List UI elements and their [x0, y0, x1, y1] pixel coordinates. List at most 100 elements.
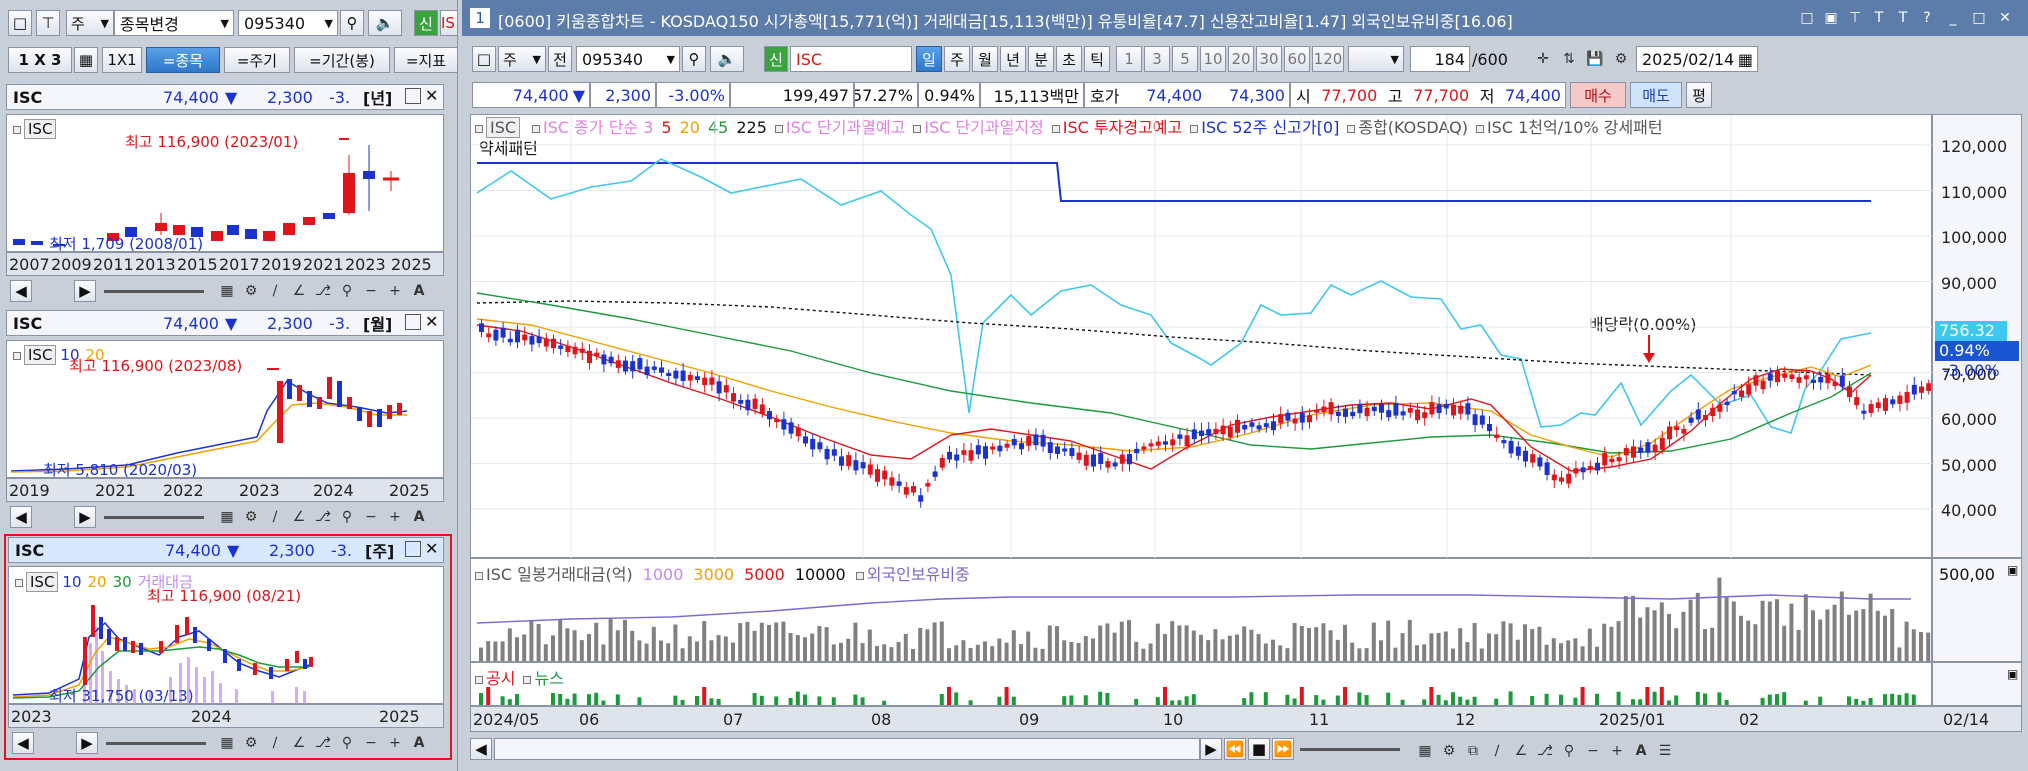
- search-button[interactable]: ⚲: [340, 10, 364, 36]
- bottom-toolbar[interactable]: ◀ ▶ ⏪ ■ ⏩ ▦ ⚙ ⧉ ∕ ∠ ⎇ ⚲ − + A ☰: [470, 736, 2022, 764]
- search-button[interactable]: ⚲: [682, 46, 706, 72]
- link-button[interactable]: □: [8, 10, 32, 36]
- scroll-left-icon[interactable]: ◀: [10, 506, 32, 528]
- interval-120[interactable]: 120: [1312, 46, 1344, 72]
- market-type-select[interactable]: 주 ▼: [66, 10, 114, 36]
- fork-icon[interactable]: ⎇: [312, 732, 334, 754]
- interval-60[interactable]: 60: [1284, 46, 1310, 72]
- draw-tool-icon[interactable]: ∠: [288, 280, 310, 302]
- maximize-icon[interactable]: [405, 541, 421, 557]
- interval-10[interactable]: 10: [1200, 46, 1226, 72]
- calendar-icon[interactable]: ▦: [1738, 50, 1753, 69]
- market-type-select[interactable]: 주 ▼: [498, 46, 546, 72]
- gear-icon[interactable]: ⚙: [1610, 48, 1632, 70]
- stock-code-input[interactable]: 095340 ▼: [576, 46, 680, 72]
- copy-icon[interactable]: ⧉: [1462, 740, 1484, 762]
- stock-link-button[interactable]: =종목: [146, 47, 220, 73]
- scroll-right-icon[interactable]: ▶: [74, 506, 96, 528]
- interval-20[interactable]: 20: [1228, 46, 1254, 72]
- new-badge[interactable]: 신: [764, 46, 788, 72]
- font-size-small-icon[interactable]: T: [1892, 7, 1914, 29]
- panel-close-icon[interactable]: ▣: [2007, 563, 2018, 577]
- scroll-right-icon[interactable]: ▶: [1200, 738, 1222, 760]
- scroll-left-icon[interactable]: ◀: [12, 732, 34, 754]
- fork-icon[interactable]: ⎇: [312, 280, 334, 302]
- settings-icon[interactable]: ⚙: [240, 280, 262, 302]
- grid-icon-button[interactable]: ▦: [74, 47, 98, 73]
- scroll-track[interactable]: [494, 738, 1200, 760]
- period-weekly[interactable]: 주: [944, 46, 970, 72]
- panel-close-icon[interactable]: ▣: [2007, 667, 2018, 681]
- pin-button[interactable]: ⊤: [36, 10, 60, 36]
- plus-icon[interactable]: +: [384, 732, 406, 754]
- stock-name-cut[interactable]: IS: [440, 10, 458, 36]
- plus-icon[interactable]: +: [384, 280, 406, 302]
- draw-line-icon[interactable]: ∕: [264, 280, 286, 302]
- settings-icon[interactable]: ⚙: [1438, 740, 1460, 762]
- mini-scrollbar-weekly[interactable]: ◀ ▶ ▦ ⚙ ∕ ∠ ⎇ ⚲ − + A: [8, 732, 444, 754]
- period-minute[interactable]: 분: [1028, 46, 1054, 72]
- fork-icon[interactable]: ⎇: [312, 506, 334, 528]
- buy-button[interactable]: 매수: [1570, 82, 1626, 108]
- price-chart-area[interactable]: ISC ISC 종가 단순 3 5 20 45 225 ISC 단기과열예고 ISC 단기과열…: [470, 114, 1933, 559]
- bar-count-input[interactable]: 184: [1410, 46, 1470, 72]
- period-tick[interactable]: 틱: [1084, 46, 1110, 72]
- menu-icon[interactable]: ☰: [1654, 740, 1676, 762]
- period-link-button[interactable]: =주기: [224, 47, 290, 73]
- draw-tool-icon[interactable]: ∠: [288, 506, 310, 528]
- speaker-button[interactable]: 🔈: [368, 10, 402, 36]
- scroll-left-icon[interactable]: ◀: [10, 280, 32, 302]
- minus-icon[interactable]: −: [360, 506, 382, 528]
- close-icon[interactable]: ✕: [425, 539, 438, 558]
- crosshair-icon[interactable]: ✛: [1532, 48, 1554, 70]
- minus-icon[interactable]: −: [360, 732, 382, 754]
- help-icon[interactable]: ?: [1916, 7, 1938, 29]
- font-icon[interactable]: A: [408, 280, 430, 302]
- scroll-left-icon[interactable]: ◀: [470, 738, 492, 760]
- zoom-slider[interactable]: [106, 742, 206, 745]
- magnify-icon[interactable]: ⚲: [336, 732, 358, 754]
- stock-name-field[interactable]: ISC: [790, 46, 912, 72]
- link-button[interactable]: □: [472, 46, 496, 72]
- maximize-icon[interactable]: [405, 314, 421, 330]
- indicator-link-button[interactable]: =지표: [394, 47, 458, 73]
- magnify-icon[interactable]: ⚲: [336, 506, 358, 528]
- interval-3[interactable]: 3: [1144, 46, 1170, 72]
- table-icon[interactable]: ▦: [216, 280, 238, 302]
- layout-icon[interactable]: □: [1796, 7, 1818, 29]
- period-second[interactable]: 초: [1056, 46, 1082, 72]
- interval-5[interactable]: 5: [1172, 46, 1198, 72]
- draw-tool-icon[interactable]: ∠: [1510, 740, 1532, 762]
- rewind-icon[interactable]: ⏪: [1224, 738, 1246, 760]
- news-panel[interactable]: 공시 뉴스: [470, 662, 1932, 706]
- close-icon[interactable]: ✕: [425, 312, 438, 331]
- date-input[interactable]: 2025/02/14 ▦: [1636, 46, 1758, 72]
- interval-select[interactable]: ▼: [1348, 46, 1404, 72]
- stock-name-combo[interactable]: 종목변경 ▼: [114, 10, 234, 36]
- mini-scrollbar-yearly[interactable]: ◀ ▶ ▦ ⚙ ∕ ∠ ⎇ ⚲ − + A: [6, 280, 444, 302]
- minus-icon[interactable]: −: [1582, 740, 1604, 762]
- speaker-button[interactable]: 🔈: [710, 46, 744, 72]
- fast-forward-icon[interactable]: ⏩: [1272, 738, 1294, 760]
- one-by-one-button[interactable]: 1X1: [102, 47, 142, 73]
- maximize-icon[interactable]: [405, 88, 421, 104]
- table-icon[interactable]: ▦: [216, 506, 238, 528]
- font-icon[interactable]: A: [408, 732, 430, 754]
- period-monthly[interactable]: 월: [972, 46, 998, 72]
- draw-line-icon[interactable]: ∕: [264, 506, 286, 528]
- settings-icon[interactable]: ⚙: [240, 506, 262, 528]
- fork-icon[interactable]: ⎇: [1534, 740, 1556, 762]
- period-yearly[interactable]: 년: [1000, 46, 1026, 72]
- zoom-slider[interactable]: [1300, 748, 1400, 751]
- zoom-slider[interactable]: [104, 516, 204, 519]
- magnify-icon[interactable]: ⚲: [336, 280, 358, 302]
- stop-icon[interactable]: ■: [1248, 738, 1270, 760]
- compare-icon[interactable]: ⇅: [1558, 48, 1580, 70]
- draw-line-icon[interactable]: ∕: [1486, 740, 1508, 762]
- period-daily[interactable]: 일: [916, 46, 942, 72]
- magnify-icon[interactable]: ⚲: [1558, 740, 1580, 762]
- stock-code-input[interactable]: 095340 ▼: [238, 10, 338, 36]
- flat-button[interactable]: 평: [1686, 82, 1712, 108]
- close-icon[interactable]: ✕: [1994, 7, 2016, 29]
- minus-icon[interactable]: −: [360, 280, 382, 302]
